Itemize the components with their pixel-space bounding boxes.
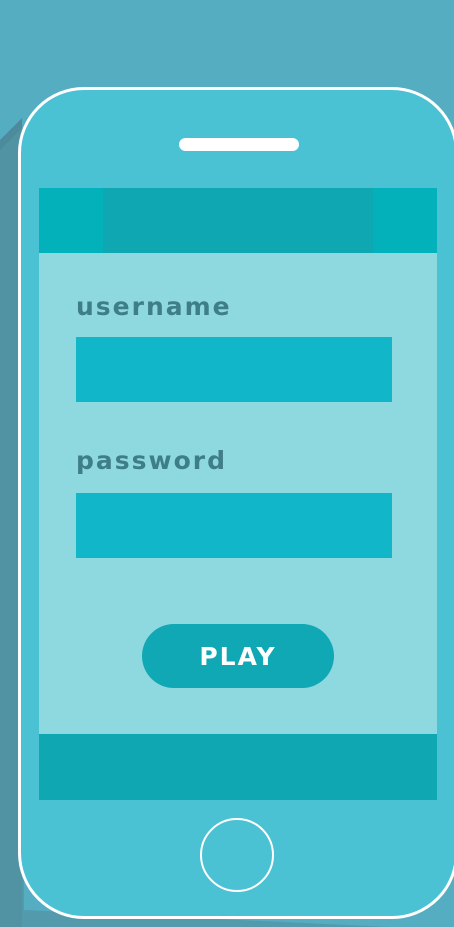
username-label: username bbox=[76, 292, 232, 321]
speaker-icon bbox=[179, 138, 299, 151]
play-button[interactable]: PLAY bbox=[142, 624, 334, 688]
home-button-icon[interactable] bbox=[200, 818, 274, 892]
screen-header-bar bbox=[39, 188, 437, 253]
phone-screen: username password PLAY bbox=[39, 188, 437, 800]
screen-header-center bbox=[103, 188, 373, 253]
phone-device: username password PLAY bbox=[18, 87, 454, 919]
password-input[interactable] bbox=[76, 493, 392, 558]
username-input[interactable] bbox=[76, 337, 392, 402]
screen-footer-bar bbox=[39, 734, 437, 800]
password-label: password bbox=[76, 446, 228, 475]
